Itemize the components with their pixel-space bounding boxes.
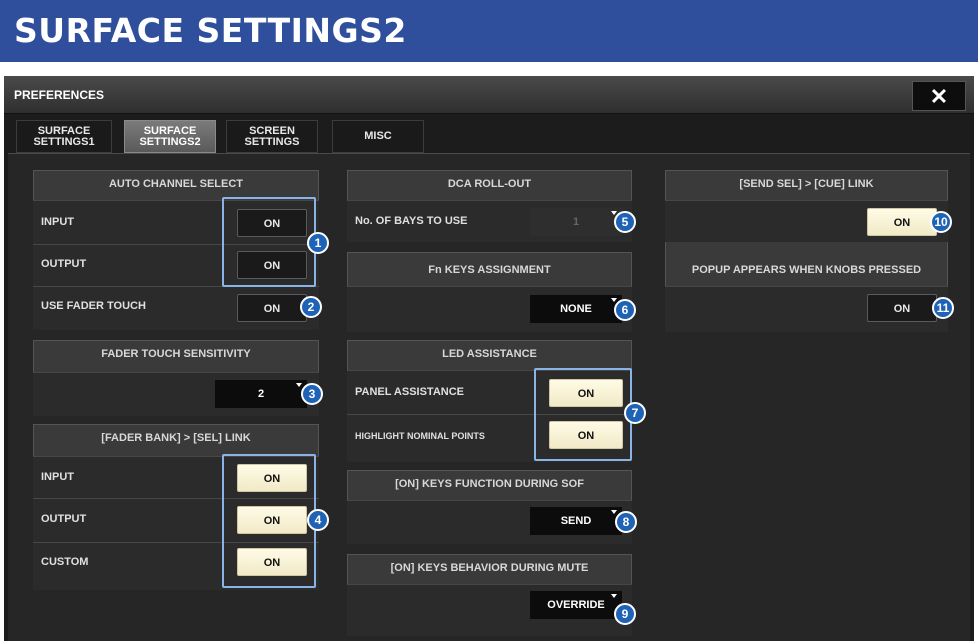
panel-assistance-label: PANEL ASSISTANCE (355, 386, 464, 398)
fader-bank-sel-link-header: [FADER BANK] > [SEL] LINK (101, 432, 251, 444)
bank-output-button[interactable]: ON (237, 506, 307, 534)
bank-output-label: OUTPUT (41, 513, 87, 525)
callout-4: 4 (307, 509, 329, 531)
fn-keys-header: Fn KEYS ASSIGNMENT (428, 264, 551, 276)
tab-misc[interactable]: MISC (332, 120, 424, 153)
bays-select[interactable]: 1 (530, 208, 622, 236)
callout-10: 10 (930, 211, 952, 233)
close-icon: ✕ (929, 84, 949, 109)
bank-input-button[interactable]: ON (237, 464, 307, 492)
send-sel-cue-button[interactable]: ON (867, 208, 937, 236)
highlight-nominal-label: HIGHLIGHT NOMINAL POINTS (355, 431, 485, 441)
send-sel-cue-header: [SEND SEL] > [CUE] LINK (739, 178, 874, 190)
output-label: OUTPUT (41, 258, 87, 270)
panel-assistance-button[interactable]: ON (549, 379, 623, 407)
callout-6: 6 (614, 299, 636, 321)
input-label: INPUT (41, 216, 74, 228)
on-keys-sof-header: [ON] KEYS FUNCTION DURING SOF (395, 478, 584, 490)
fader-touch-sensitivity-select[interactable]: 2 (215, 380, 307, 408)
tab-screen-settings[interactable]: SCREEN SETTINGS (226, 120, 318, 153)
callout-8: 8 (615, 511, 637, 533)
on-keys-sof-select[interactable]: SEND (530, 507, 622, 535)
popup-knobs-header: POPUP APPEARS WHEN KNOBS PRESSED (691, 264, 922, 276)
on-keys-mute-header: [ON] KEYS BEHAVIOR DURING MUTE (390, 562, 589, 574)
use-fader-touch-label: USE FADER TOUCH (41, 300, 146, 312)
callout-3: 3 (301, 383, 323, 405)
tab-surface-settings1[interactable]: SURFACE SETTINGS1 (16, 120, 112, 153)
tab-surface-settings2[interactable]: SURFACE SETTINGS2 (124, 120, 216, 153)
highlight-nominal-button[interactable]: ON (549, 421, 623, 449)
callout-1: 1 (307, 232, 329, 254)
bank-custom-label: CUSTOM (41, 556, 89, 568)
auto-select-input-button[interactable]: ON (237, 209, 307, 237)
close-button[interactable]: ✕ (912, 81, 966, 111)
callout-11: 11 (932, 297, 954, 319)
bank-input-label: INPUT (41, 471, 74, 483)
auto-channel-select-header: AUTO CHANNEL SELECT (108, 178, 244, 190)
auto-select-output-button[interactable]: ON (237, 251, 307, 279)
fader-touch-sensitivity-header: FADER TOUCH SENSITIVITY (101, 348, 251, 360)
led-assistance-header: LED ASSISTANCE (442, 348, 537, 360)
window-titlebar (4, 76, 974, 114)
page-banner-title: SURFACE SETTINGS2 (0, 0, 978, 62)
dca-rollout-header: DCA ROLL-OUT (447, 178, 532, 190)
callout-5: 5 (614, 211, 636, 233)
callout-9: 9 (614, 603, 636, 625)
use-fader-touch-button[interactable]: ON (237, 294, 307, 322)
popup-knobs-button[interactable]: ON (867, 294, 937, 322)
bays-label: No. OF BAYS TO USE (355, 215, 468, 227)
bank-custom-button[interactable]: ON (237, 548, 307, 576)
window-title: PREFERENCES (14, 88, 105, 102)
fn-keys-select[interactable]: NONE (530, 295, 622, 323)
callout-7: 7 (624, 402, 646, 424)
callout-2: 2 (300, 296, 322, 318)
on-keys-mute-select[interactable]: OVERRIDE (530, 591, 622, 619)
